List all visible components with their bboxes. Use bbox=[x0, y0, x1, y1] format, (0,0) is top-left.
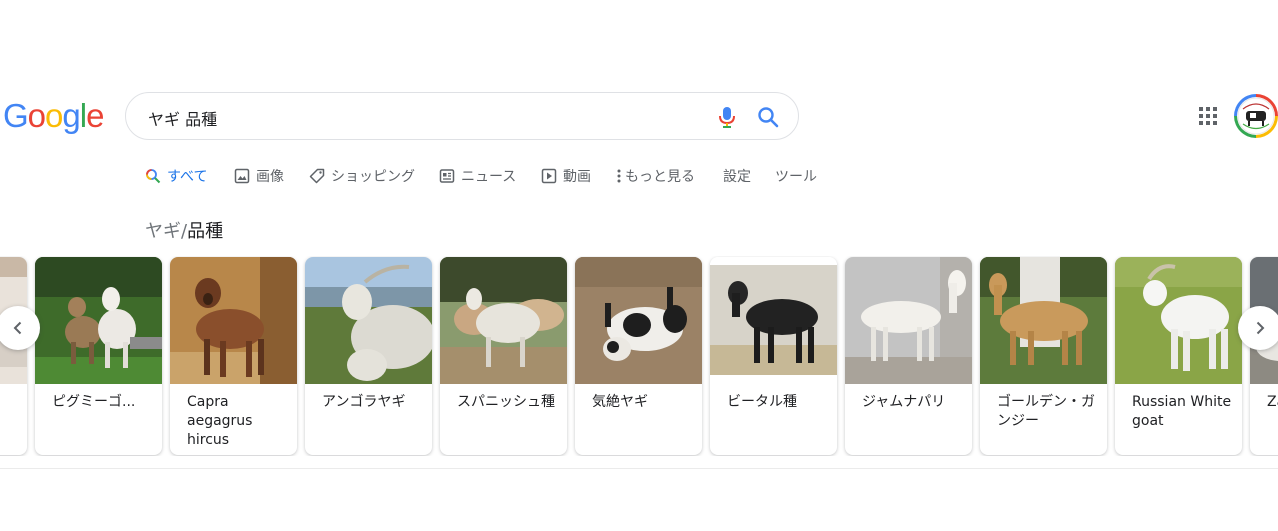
breadcrumb: ヤギ/品種 bbox=[145, 217, 223, 243]
breed-image bbox=[1115, 257, 1242, 384]
tab-shopping[interactable]: ショッピング bbox=[309, 165, 415, 187]
tab-images[interactable]: 画像 bbox=[234, 165, 284, 187]
breed-label: ピグミーゴ... bbox=[52, 394, 136, 410]
breed-label: ジャムナパリ bbox=[862, 394, 946, 410]
breed-image bbox=[35, 257, 162, 384]
carousel-card[interactable] bbox=[0, 257, 27, 455]
search-input[interactable]: ヤギ 品種 bbox=[148, 106, 217, 130]
carousel-card[interactable]: Capra aegagrus hircus bbox=[170, 257, 297, 455]
page-title: 品種 bbox=[187, 221, 224, 242]
logo-letter: e bbox=[86, 97, 104, 134]
logo-letter: g bbox=[62, 97, 80, 134]
tab-videos[interactable]: 動画 bbox=[541, 165, 591, 187]
logo-letter: G bbox=[3, 97, 29, 134]
carousel-card[interactable]: Russian White goat bbox=[1115, 257, 1242, 455]
tab-label: ツール bbox=[775, 169, 817, 185]
breed-label: スパニッシュ種 bbox=[457, 394, 555, 410]
tab-label: もっと見る bbox=[625, 169, 695, 185]
breed-label: 気絶ヤギ bbox=[592, 394, 648, 410]
carousel-card[interactable]: ジャムナパリ bbox=[845, 257, 972, 455]
breed-label: アンゴラヤギ bbox=[322, 394, 406, 410]
account-avatar[interactable] bbox=[1234, 94, 1278, 138]
tab-label: ニュース bbox=[461, 169, 517, 185]
microphone-icon[interactable] bbox=[716, 105, 738, 129]
breed-image bbox=[845, 257, 972, 384]
tab-label: すべて bbox=[167, 169, 208, 185]
breed-image bbox=[710, 257, 837, 384]
google-logo[interactable]: Google bbox=[3, 96, 104, 136]
breed-image bbox=[980, 257, 1107, 384]
tab-label: 設定 bbox=[723, 169, 751, 185]
tab-label: ショッピング bbox=[331, 169, 415, 185]
tab-label: 画像 bbox=[256, 169, 284, 185]
more-vert-icon bbox=[617, 169, 621, 183]
tab-more[interactable]: もっと見る bbox=[615, 165, 695, 187]
carousel-card[interactable]: Za bbox=[1250, 257, 1278, 455]
avatar-image bbox=[1237, 97, 1275, 135]
breed-label: Za bbox=[1267, 394, 1278, 410]
carousel-next-button[interactable] bbox=[1238, 306, 1278, 350]
breadcrumb-parent[interactable]: ヤギ bbox=[145, 221, 181, 242]
search-icon bbox=[146, 169, 161, 184]
breed-image bbox=[305, 257, 432, 384]
breed-label: Capra aegagrus hircus bbox=[187, 394, 253, 448]
search-icon[interactable] bbox=[756, 105, 780, 129]
tab-label: 動画 bbox=[563, 169, 591, 185]
carousel-card[interactable]: アンゴラヤギ bbox=[305, 257, 432, 455]
tab-news[interactable]: ニュース bbox=[439, 165, 516, 187]
carousel-card[interactable]: スパニッシュ種 bbox=[440, 257, 567, 455]
carousel-card[interactable]: ゴールデン・ガンジー bbox=[980, 257, 1107, 455]
tag-icon bbox=[309, 168, 325, 184]
image-icon bbox=[234, 168, 250, 184]
carousel-card[interactable]: 気絶ヤギ bbox=[575, 257, 702, 455]
breed-label: ゴールデン・ガンジー bbox=[997, 394, 1095, 429]
carousel-card[interactable]: ビータル種 bbox=[710, 257, 837, 455]
breed-image bbox=[440, 257, 567, 384]
breed-image bbox=[575, 257, 702, 384]
search-box[interactable]: ヤギ 品種 bbox=[125, 92, 799, 140]
chevron-right-icon bbox=[1256, 321, 1265, 335]
logo-letter: o bbox=[27, 97, 46, 134]
chevron-left-icon bbox=[13, 321, 22, 335]
section-divider bbox=[0, 468, 1278, 469]
breed-label: ビータル種 bbox=[727, 394, 797, 410]
breed-image bbox=[170, 257, 297, 384]
play-icon bbox=[541, 168, 557, 184]
apps-grid-icon[interactable] bbox=[1198, 106, 1218, 126]
news-icon bbox=[439, 169, 455, 183]
breed-label: Russian White goat bbox=[1132, 394, 1232, 429]
tab-tools[interactable]: ツール bbox=[775, 165, 817, 187]
tab-all[interactable]: すべて bbox=[145, 165, 207, 187]
tab-settings[interactable]: 設定 bbox=[723, 165, 751, 187]
logo-letter: o bbox=[45, 97, 63, 134]
breed-carousel: ピグミーゴ... Capra aegagrus hircus アンゴラヤギ スパ… bbox=[0, 256, 1278, 456]
carousel-card[interactable]: ピグミーゴ... bbox=[35, 257, 162, 455]
